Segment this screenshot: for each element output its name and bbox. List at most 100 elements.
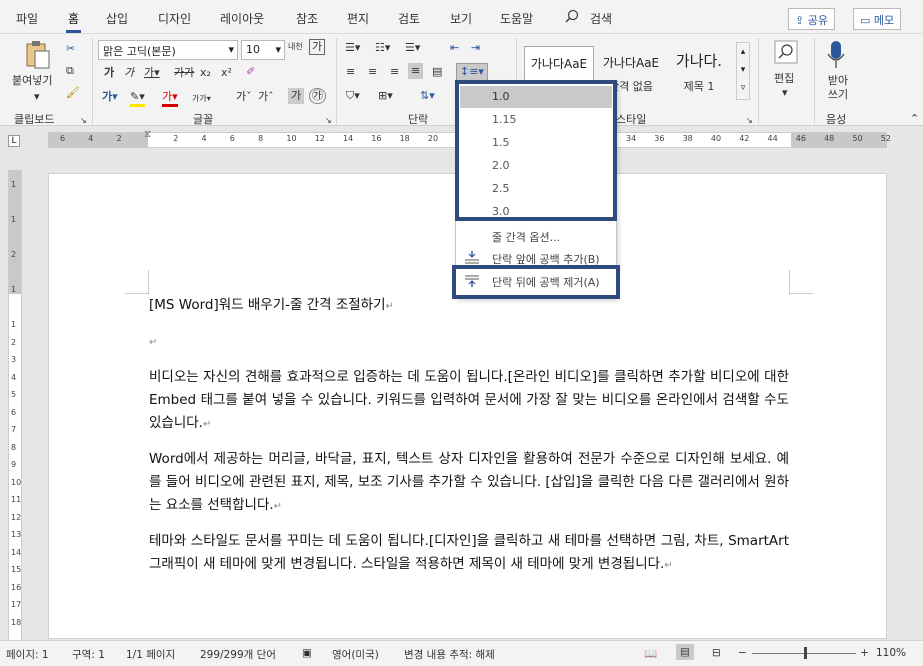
numbering-icon[interactable]: ☷▾ <box>375 41 390 55</box>
tab-view[interactable]: 보기 <box>450 10 472 27</box>
strikethrough-icon[interactable]: 가가 <box>174 66 194 80</box>
chevron-down-icon: ▾ <box>740 65 746 75</box>
multilevel-list-icon[interactable]: ☰▾ <box>405 41 420 55</box>
bold-icon[interactable]: 가 <box>104 66 114 80</box>
distributed-icon[interactable]: ▤ <box>432 65 442 79</box>
font-color-icon[interactable]: 가▾ <box>162 90 178 107</box>
align-left-icon[interactable]: ≡ <box>346 65 355 79</box>
underline-icon[interactable]: 가▾ <box>144 66 160 80</box>
line-spacing-options-item[interactable]: 줄 간격 옵션... <box>456 225 616 247</box>
increase-indent-icon[interactable]: ⇥ <box>471 41 480 55</box>
font-name-select[interactable]: 맑은 고딕(본문) ▾ <box>98 40 238 60</box>
ruler-tick: 2 <box>116 134 122 143</box>
paste-icon[interactable] <box>24 40 52 70</box>
ruler-tick: 1 <box>11 285 17 294</box>
editing-label[interactable]: 편집 <box>774 72 794 86</box>
clear-formatting-icon[interactable]: ✐ <box>246 65 255 79</box>
ruler-tick: 3 <box>11 355 17 364</box>
styles-scroll[interactable]: ▴ ▾ ▿ <box>736 42 750 100</box>
ruler-tick: 18 <box>399 134 410 143</box>
microphone-icon[interactable] <box>826 40 846 70</box>
zoom-in-icon[interactable]: + <box>860 647 869 659</box>
ruler-tick: 5 <box>11 390 17 399</box>
font-grow-icon[interactable]: 가ˆ <box>258 90 274 104</box>
divider <box>92 38 93 124</box>
cut-icon[interactable]: ✂ <box>66 42 75 56</box>
document-body[interactable]: [MS Word]워드 배우기-줄 간격 조절하기↵ ↵ 비디오는 자신의 견해… <box>149 294 789 589</box>
find-icon[interactable] <box>774 40 798 64</box>
zoom-slider-thumb[interactable] <box>804 647 807 659</box>
search-icon[interactable] <box>565 9 579 23</box>
search-label[interactable]: 검색 <box>590 10 612 27</box>
enclosed-char-icon[interactable]: ㉮ <box>309 88 326 104</box>
enclose-characters-label[interactable]: 가 <box>309 39 326 55</box>
chevron-up-icon[interactable]: ⌃ <box>910 112 919 126</box>
status-section[interactable]: 구역: 1 <box>72 647 105 662</box>
decrease-indent-icon[interactable]: ⇤ <box>450 41 459 55</box>
font-name-value: 맑은 고딕(본문) <box>103 45 176 58</box>
read-mode-icon[interactable]: 📖 <box>644 647 657 660</box>
paste-dropdown-icon[interactable]: ▾ <box>34 90 40 104</box>
proofing-icon[interactable]: ▣ <box>302 647 312 659</box>
sort-icon[interactable]: ⇅▾ <box>420 89 435 103</box>
tab-design[interactable]: 디자인 <box>158 10 191 27</box>
status-language[interactable]: 영어(미국) <box>332 647 379 662</box>
share-label: 공유 <box>807 14 828 27</box>
tab-home[interactable]: 홈 <box>65 10 82 33</box>
status-page[interactable]: 페이지: 1 <box>6 647 49 662</box>
zoom-level[interactable]: 110% <box>876 647 906 659</box>
status-page-count[interactable]: 1/1 페이지 <box>126 647 175 662</box>
styles-launcher-icon[interactable]: ↘ <box>746 114 753 128</box>
indent-marker[interactable]: ⧖ <box>144 129 151 140</box>
margin-corner-top-right <box>789 270 813 294</box>
share-button[interactable]: ⇪ 공유 <box>788 8 835 30</box>
paste-label[interactable]: 붙여넣기 <box>12 74 52 88</box>
phonetic-guide-label[interactable]: 내천 <box>288 40 303 54</box>
format-painter-icon[interactable]: 🖌 <box>66 86 80 100</box>
status-word-count[interactable]: 299/299개 단어 <box>200 647 276 662</box>
tab-file[interactable]: 파일 <box>16 10 38 27</box>
font-launcher-icon[interactable]: ↘ <box>325 114 332 128</box>
highlight-color-icon[interactable]: ✎▾ <box>130 90 145 107</box>
tab-references[interactable]: 참조 <box>296 10 318 27</box>
ruler-tick: 2 <box>173 134 179 143</box>
char-shading-icon[interactable]: 가가▾ <box>192 92 211 106</box>
subscript-icon[interactable]: x₂ <box>200 66 211 80</box>
margin-corner-top-left <box>125 270 149 294</box>
ruler-tick: 2 <box>11 337 17 347</box>
ruler-tick: 12 <box>314 134 325 143</box>
status-bar: 페이지: 1 구역: 1 1/1 페이지 299/299개 단어 ▣ 영어(미국… <box>0 640 923 666</box>
tab-insert[interactable]: 삽입 <box>106 10 128 27</box>
copy-icon[interactable]: ⧉ <box>66 64 74 78</box>
align-right-icon[interactable]: ≡ <box>390 65 399 79</box>
borders-icon[interactable]: ⊞▾ <box>378 89 393 103</box>
comment-icon: ▭ <box>860 14 874 27</box>
dictate-label[interactable]: 받아쓰기 <box>826 74 850 102</box>
tab-mailings[interactable]: 편지 <box>347 10 369 27</box>
style-heading-1[interactable]: 가나다. 제목 1 <box>664 46 734 102</box>
zoom-out-icon[interactable]: − <box>738 647 747 659</box>
clipboard-launcher-icon[interactable]: ↘ <box>80 114 87 128</box>
align-center-icon[interactable]: ≡ <box>368 65 377 79</box>
chevron-down-icon[interactable]: ▾ <box>782 86 788 100</box>
ruler-tick: 14 <box>11 547 22 557</box>
char-border-icon[interactable]: 가 <box>288 88 305 104</box>
tab-selector[interactable]: L <box>8 135 20 147</box>
change-case-icon[interactable]: 가ˇ <box>236 90 252 104</box>
tab-layout[interactable]: 레이아웃 <box>220 10 264 27</box>
shading-icon[interactable]: ⛉▾ <box>346 89 360 103</box>
font-size-select[interactable]: 10 ▾ <box>241 40 285 60</box>
tab-review[interactable]: 검토 <box>398 10 420 27</box>
tab-help[interactable]: 도움말 <box>500 10 533 27</box>
comments-button[interactable]: ▭ 메모 <box>853 8 902 30</box>
status-track-changes[interactable]: 변경 내용 추적: 해제 <box>404 647 495 662</box>
text-effects-icon[interactable]: 가▾ <box>102 90 118 104</box>
web-layout-icon[interactable]: ⊟ <box>712 647 721 659</box>
line-spacing-button[interactable]: ↕≡▾ <box>456 63 488 81</box>
bullets-icon[interactable]: ☰▾ <box>345 41 360 55</box>
italic-icon[interactable]: 가 <box>124 66 134 80</box>
justify-icon[interactable]: ≡ <box>408 63 424 79</box>
print-layout-icon[interactable]: ▤ <box>676 644 694 660</box>
ruler-tick: 42 <box>739 134 750 143</box>
superscript-icon[interactable]: x² <box>221 66 232 80</box>
